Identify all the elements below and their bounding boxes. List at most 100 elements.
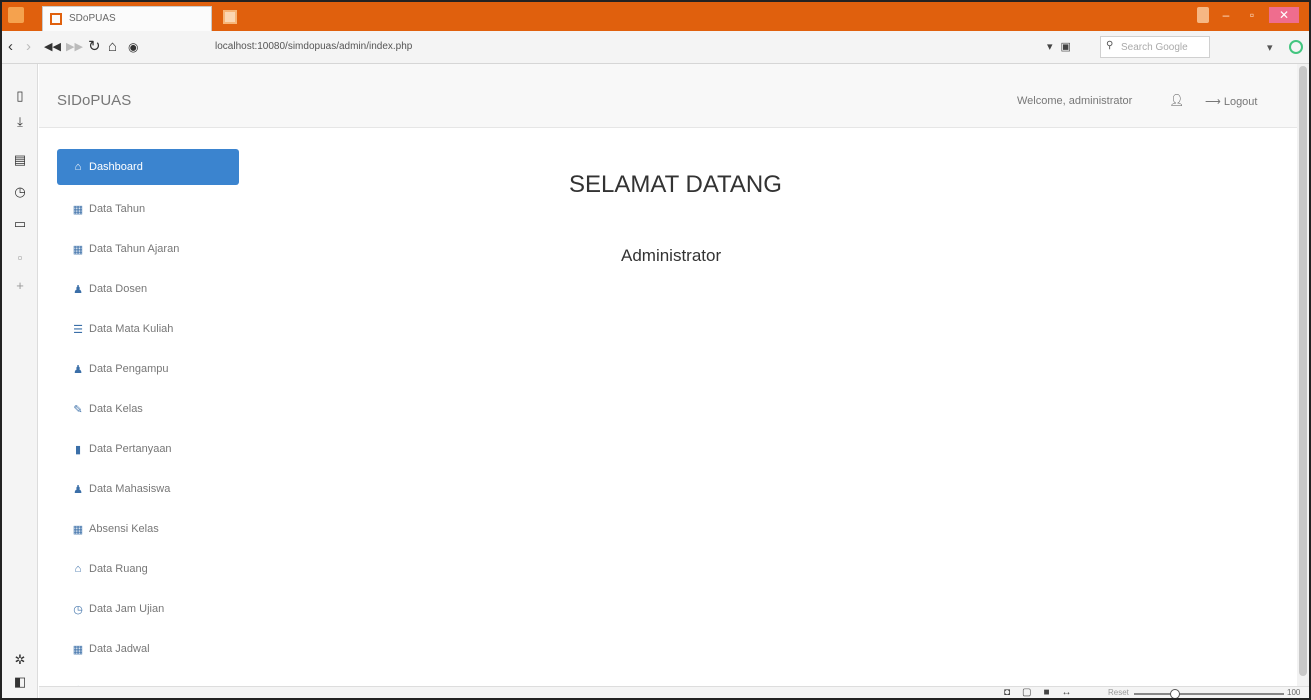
title-bar: SDoPUAS – ▫ ✕ — [2, 2, 1309, 31]
sidebar-menu: ⌂ Dashboard ▦ Data Tahun ▦ Data Tahun Ajaran ♟… — [57, 149, 239, 698]
sidebar-item-label: Dashboard — [89, 161, 143, 173]
app-header: SIDoPUAS Welcome, administrator 👤︎ ⟶ Log… — [39, 64, 1297, 128]
forward-icon[interactable]: › — [26, 39, 31, 55]
favicon-icon — [50, 13, 62, 25]
scrollbar-thumb[interactable] — [1299, 66, 1307, 676]
history-icon[interactable]: ◷ — [12, 184, 28, 200]
page-actions-icon[interactable]: ↔ — [1062, 687, 1072, 698]
sidebar-item-label: Data Ruang — [89, 563, 148, 575]
vertical-scrollbar[interactable] — [1297, 64, 1309, 686]
sidebar-item[interactable]: ▦ Data Jadwal — [57, 629, 239, 669]
zoom-reset-button[interactable]: Reset — [1108, 688, 1129, 697]
address-actions: ▾ ▣ — [1047, 40, 1071, 53]
sidebar-item-label: Data Pengampu — [89, 363, 169, 375]
sidebar-item-label: Data Dosen — [89, 283, 148, 295]
sidebar-item[interactable]: ◷ Data Jam Ujian — [57, 589, 239, 629]
sidebar-item-label: Data Tahun — [89, 203, 146, 215]
download-icon[interactable]: ⤓ — [12, 114, 28, 130]
user-icon: ♟ — [73, 363, 83, 376]
browser-window: SDoPUAS – ▫ ✕ ‹ › ◀◀ ▶▶ ↻ ⌂ ◉ localhost:… — [0, 0, 1311, 700]
list-icon: ☰ — [73, 323, 83, 336]
reader-icon[interactable]: ▫ — [12, 250, 28, 266]
zoom-slider[interactable] — [1134, 693, 1284, 695]
sidebar-item-label: Data Mahasiswa — [89, 483, 171, 495]
maximize-button[interactable]: ▫ — [1243, 7, 1261, 23]
fast-forward-icon[interactable]: ▶▶ — [66, 39, 83, 55]
navigation-bar: ‹ › ◀◀ ▶▶ ↻ ⌂ ◉ localhost:10080/simdopua… — [2, 31, 1309, 64]
window-icon[interactable]: ■ — [1044, 687, 1050, 698]
tab-title: SDoPUAS — [69, 13, 116, 24]
table-icon: ▦ — [72, 643, 84, 656]
search-dropdown-icon[interactable]: ▾ — [1267, 41, 1273, 54]
dropdown-icon[interactable]: ▾ — [1047, 40, 1053, 53]
bookmarks-icon[interactable]: ▯ — [12, 88, 28, 104]
pencil-icon: ✎ — [73, 403, 83, 416]
window-panel-icon[interactable]: ▭ — [12, 216, 28, 232]
sidebar-item-label: Data Tahun Ajaran — [89, 243, 180, 255]
notes-icon[interactable]: ▤ — [12, 152, 28, 168]
sidebar-item[interactable]: ⌂ Data Ruang — [57, 549, 239, 589]
rewind-icon[interactable]: ◀◀ — [44, 39, 61, 55]
zoom-level: 100 % — [1287, 688, 1301, 698]
sidebar-item[interactable]: ▦ Data Tahun Ajaran — [57, 229, 239, 269]
home-icon: ⌂ — [74, 563, 82, 575]
back-icon[interactable]: ‹ — [8, 39, 13, 55]
window-controls: – ▫ ✕ — [1197, 7, 1299, 23]
sidebar-item[interactable]: ▦ Absensi Kelas — [57, 509, 239, 549]
table-icon: ▦ — [72, 523, 84, 536]
sidebar-item-label: Data Kelas — [89, 403, 143, 415]
book-icon: ▮ — [74, 443, 82, 456]
search-placeholder: Search Google — [1121, 42, 1188, 53]
bookmark-icon[interactable]: ▣ — [1061, 40, 1071, 53]
sidebar-item[interactable]: ♟ Data Dosen — [57, 269, 239, 309]
sidebar-item[interactable]: ▮ Data Pertanyaan — [57, 429, 239, 469]
sidebar-item[interactable]: ♟ Data Mahasiswa — [57, 469, 239, 509]
sidebar-item[interactable]: ✎ Data Kelas — [57, 389, 239, 429]
sidebar-item-label: Data Jam Ujian — [89, 603, 165, 615]
side-panel: ▯ ⤓ ▤ ◷ ▭ ▫ + ✲ ◧ — [2, 64, 38, 698]
home-icon[interactable]: ⌂ — [108, 39, 117, 55]
search-field[interactable]: ⚲ Search Google — [1100, 36, 1210, 58]
welcome-text: Welcome, administrator — [1017, 95, 1133, 107]
close-button[interactable]: ✕ — [1269, 7, 1299, 23]
page-subtitle: Administrator — [621, 246, 722, 265]
page-content: SIDoPUAS Welcome, administrator 👤︎ ⟶ Log… — [39, 64, 1297, 695]
home-icon: ⌂ — [74, 161, 82, 173]
page-title: SELAMAT DATANG — [569, 171, 782, 198]
address-field[interactable]: localhost:10080/simdopuas/admin/index.ph… — [215, 41, 412, 52]
user-icon: ♟ — [73, 283, 83, 296]
logout-label: Logout — [1223, 96, 1258, 108]
logout-link[interactable]: ⟶ Logout — [1205, 95, 1257, 108]
clock-icon: ◷ — [73, 603, 83, 616]
sidebar-item-label: Data Pertanyaan — [89, 443, 172, 455]
search-icon: ⚲ — [1106, 40, 1114, 51]
browser-tab[interactable]: SDoPUAS — [42, 6, 212, 31]
sidebar-item-label: Absensi Kelas — [89, 523, 159, 535]
browser-menu-icon[interactable] — [8, 7, 24, 23]
settings-icon[interactable]: ✲ — [12, 652, 28, 668]
sidebar-item[interactable]: ⌂ Dashboard — [57, 149, 239, 185]
status-icons: ◘ ▢ ■ ↔ — [1004, 687, 1072, 698]
sidebar-item[interactable]: ▦ Data Tahun — [57, 189, 239, 229]
panel-toggle-icon[interactable]: ◧ — [12, 674, 28, 690]
app-brand[interactable]: SIDoPUAS — [57, 92, 131, 109]
sidebar-item[interactable]: ☰ Data Mata Kuliah — [57, 309, 239, 349]
minimize-button[interactable]: – — [1217, 7, 1235, 23]
user-icon: 👤︎ — [1169, 93, 1185, 107]
camera-icon[interactable]: ◘ — [1004, 687, 1010, 698]
tile-icon[interactable]: ▢ — [1022, 687, 1031, 698]
reload-icon[interactable]: ↻ — [88, 39, 101, 55]
table-icon: ▦ — [72, 203, 84, 216]
status-bar: ◘ ▢ ■ ↔ Reset 100 % — [39, 686, 1309, 698]
zoom-slider-handle[interactable] — [1170, 689, 1180, 698]
table-icon: ▦ — [72, 243, 84, 256]
sidebar-item-label: Data Mata Kuliah — [89, 323, 174, 335]
user-icon: ♟ — [73, 483, 83, 496]
site-info-icon[interactable]: ◉ — [128, 39, 138, 55]
window-extra-icon[interactable] — [1197, 7, 1209, 23]
extension-icon[interactable] — [1289, 40, 1303, 54]
sidebar-item[interactable]: ♟ Data Pengampu — [57, 349, 239, 389]
sidebar-item-label: Data Jadwal — [89, 643, 150, 655]
add-panel-icon[interactable]: + — [12, 278, 28, 294]
new-tab-button[interactable] — [223, 10, 237, 24]
